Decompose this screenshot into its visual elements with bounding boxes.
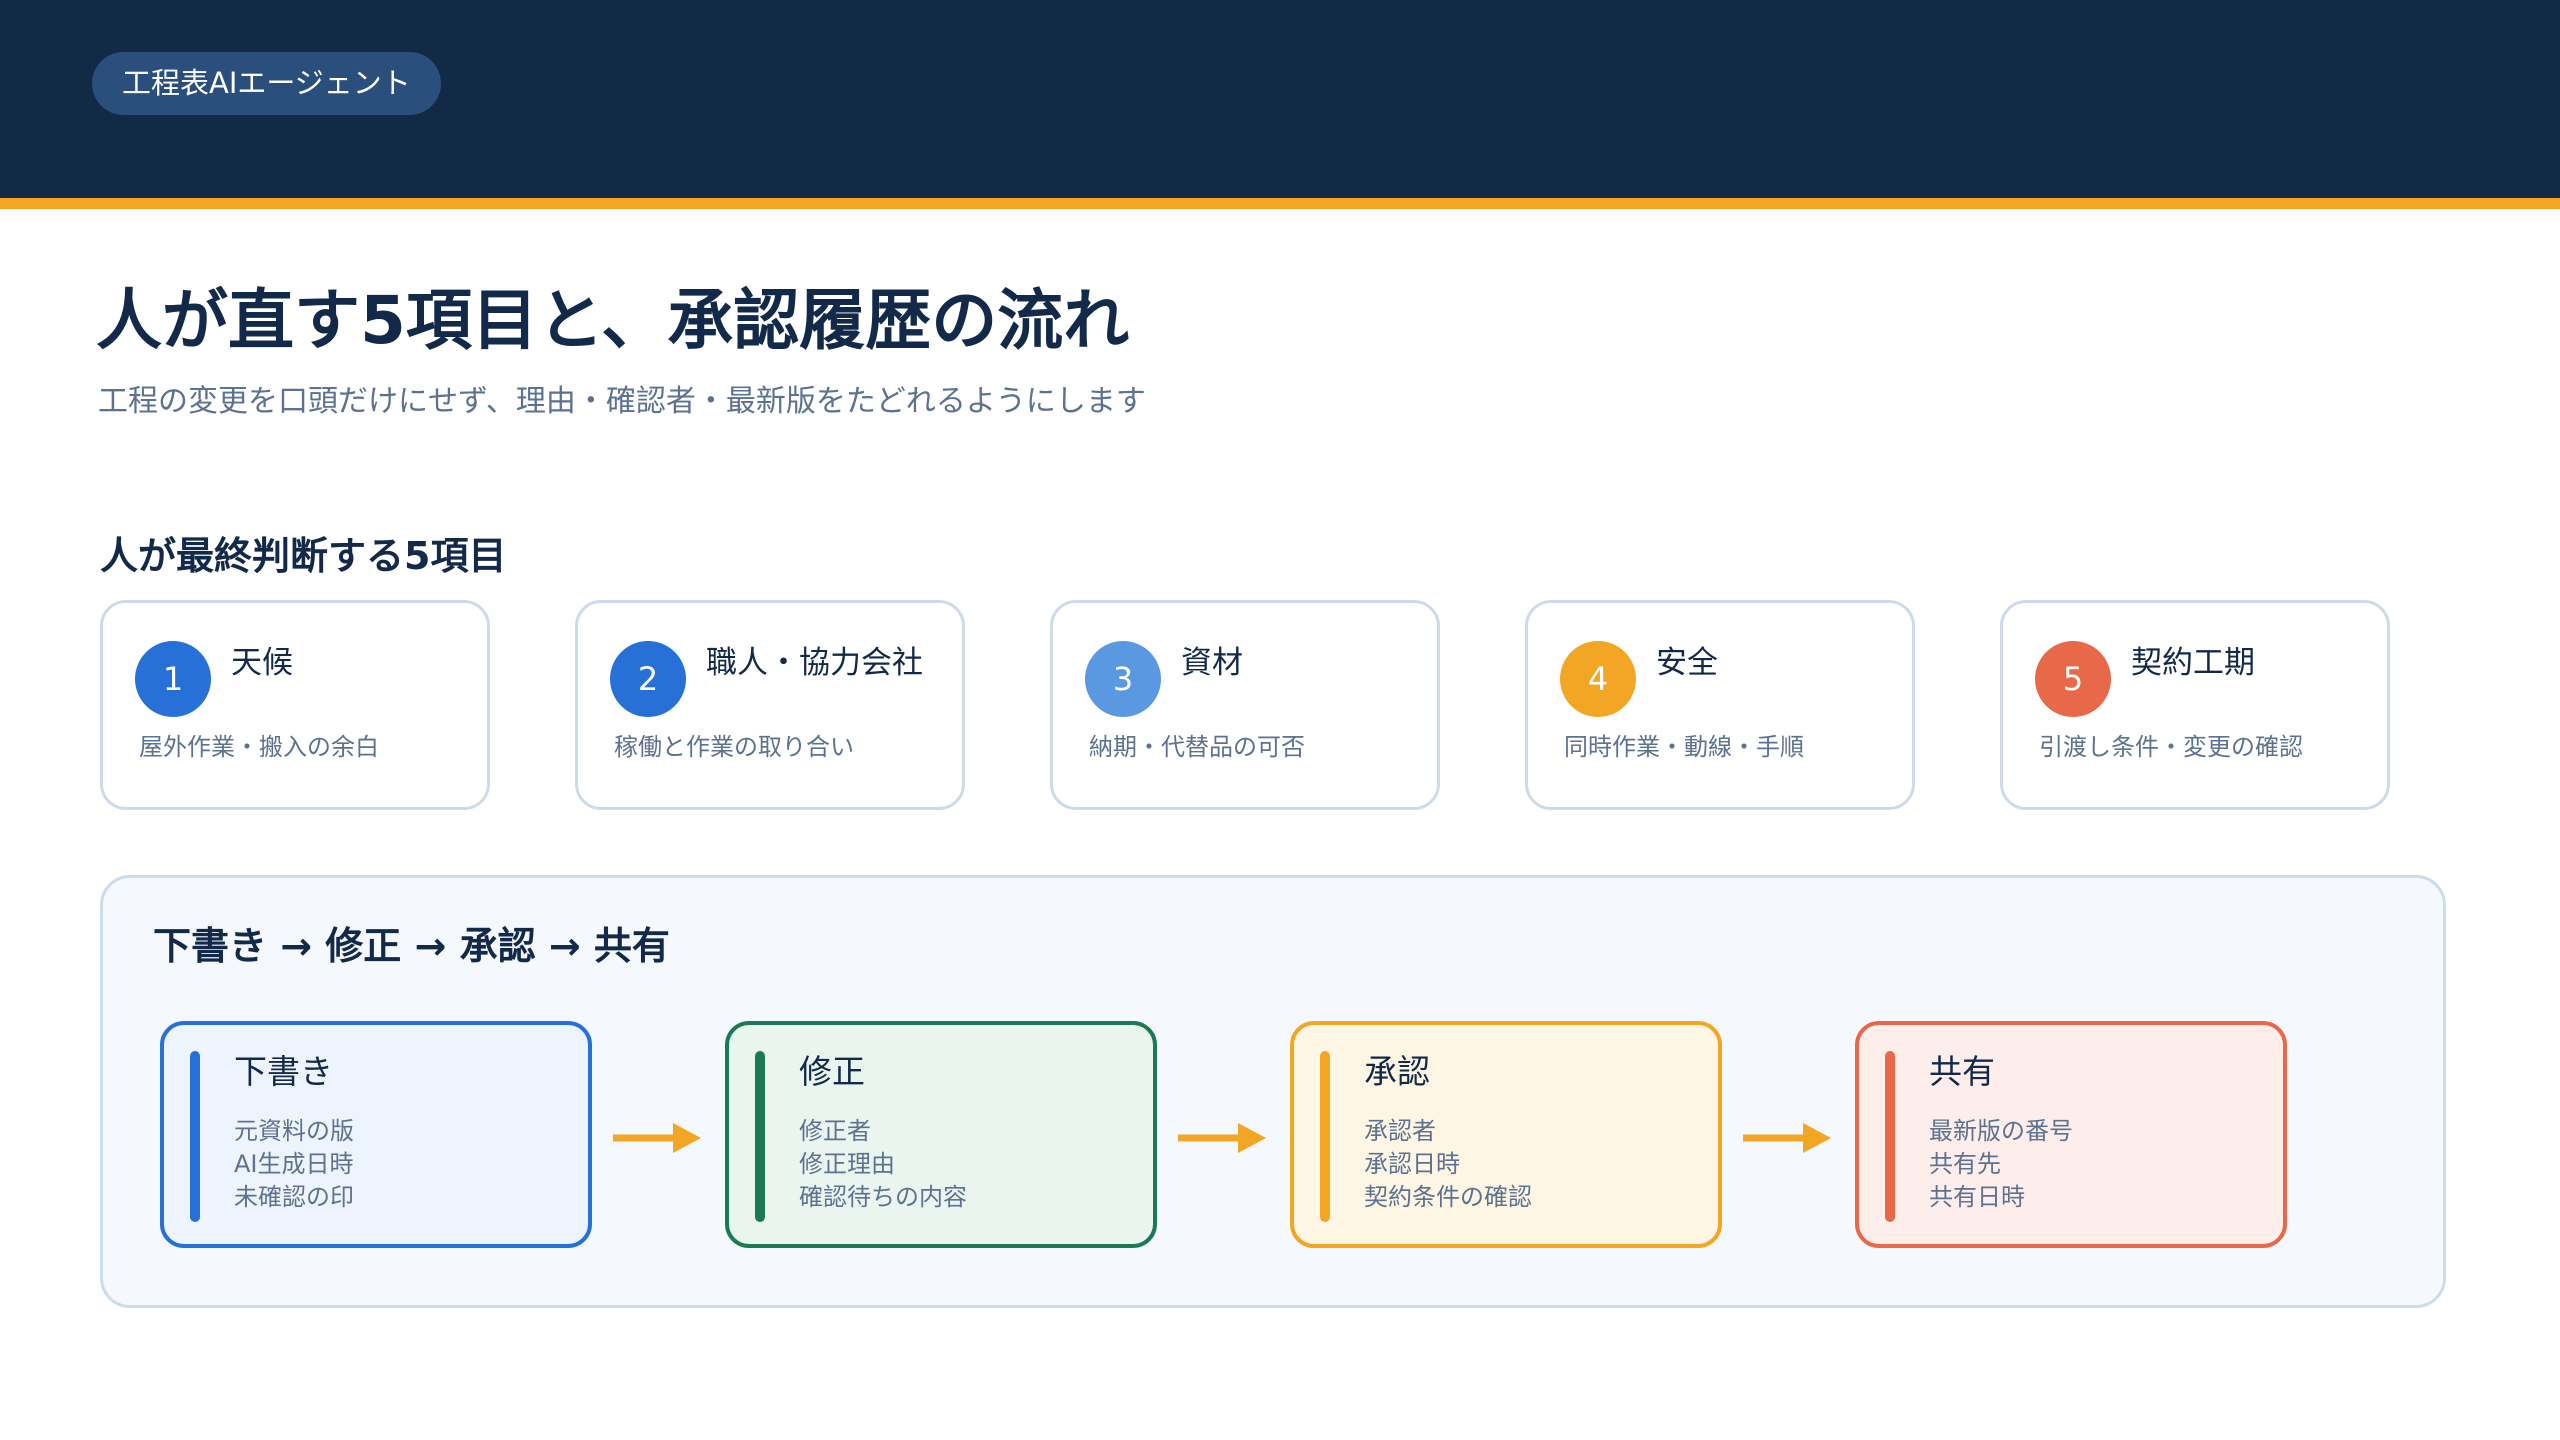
item-description: 同時作業・動線・手順 bbox=[1564, 733, 1804, 761]
flow-heading: 下書き → 修正 → 承認 → 共有 bbox=[153, 924, 670, 968]
flow-step-revision: 修正 修正者 修正理由 確認待ちの内容 bbox=[725, 1021, 1157, 1248]
step-detail-line: 最新版の番号 bbox=[1929, 1117, 2073, 1145]
item-card-workers: 2 職人・協力会社 稼働と作業の取り合い bbox=[575, 600, 965, 810]
step-details: 承認者 承認日時 契約条件の確認 bbox=[1364, 1115, 1532, 1214]
item-card-weather: 1 天候 屋外作業・搬入の余白 bbox=[100, 600, 490, 810]
step-details: 最新版の番号 共有先 共有日時 bbox=[1929, 1115, 2073, 1214]
header-bar: 工程表AIエージェント bbox=[0, 0, 2560, 198]
item-label: 天候 bbox=[231, 645, 293, 681]
page-title: 人が直す5項目と、承認履歴の流れ bbox=[96, 282, 1130, 359]
step-details: 修正者 修正理由 確認待ちの内容 bbox=[799, 1115, 967, 1214]
step-title: 共有 bbox=[1929, 1052, 1995, 1091]
page-subtitle: 工程の変更を口頭だけにせず、理由・確認者・最新版をたどれるようにします bbox=[98, 384, 1146, 419]
item-label: 職人・協力会社 bbox=[706, 645, 923, 681]
item-number-badge: 2 bbox=[610, 641, 686, 717]
step-title: 修正 bbox=[799, 1052, 865, 1091]
step-accent-bar bbox=[1885, 1051, 1895, 1222]
step-detail-line: 確認待ちの内容 bbox=[799, 1183, 967, 1211]
step-accent-bar bbox=[1320, 1051, 1330, 1222]
step-detail-line: AI生成日時 bbox=[234, 1150, 354, 1178]
header-accent-stripe bbox=[0, 198, 2560, 209]
step-detail-line: 修正者 bbox=[799, 1117, 871, 1145]
item-label: 安全 bbox=[1656, 645, 1718, 681]
step-detail-line: 元資料の版 bbox=[234, 1117, 354, 1145]
step-accent-bar bbox=[190, 1051, 200, 1222]
item-number-badge: 5 bbox=[2035, 641, 2111, 717]
item-description: 引渡し条件・変更の確認 bbox=[2039, 733, 2303, 761]
approval-flow-panel: 下書き → 修正 → 承認 → 共有 下書き 元資料の版 AI生成日時 未確認の… bbox=[100, 875, 2446, 1308]
items-section-heading: 人が最終判断する5項目 bbox=[100, 534, 507, 578]
flow-step-draft: 下書き 元資料の版 AI生成日時 未確認の印 bbox=[160, 1021, 592, 1248]
step-detail-line: 修正理由 bbox=[799, 1150, 895, 1178]
step-details: 元資料の版 AI生成日時 未確認の印 bbox=[234, 1115, 354, 1214]
step-title: 承認 bbox=[1364, 1052, 1430, 1091]
step-detail-line: 未確認の印 bbox=[234, 1183, 354, 1211]
flow-step-approval: 承認 承認者 承認日時 契約条件の確認 bbox=[1290, 1021, 1722, 1248]
item-number-badge: 4 bbox=[1560, 641, 1636, 717]
flow-arrow-icon bbox=[1743, 1123, 1831, 1153]
app-name-badge: 工程表AIエージェント bbox=[92, 52, 441, 115]
flow-arrow-icon bbox=[613, 1123, 701, 1153]
item-number-badge: 3 bbox=[1085, 641, 1161, 717]
item-label: 契約工期 bbox=[2131, 645, 2255, 681]
item-label: 資材 bbox=[1181, 645, 1243, 681]
item-card-contract: 5 契約工期 引渡し条件・変更の確認 bbox=[2000, 600, 2390, 810]
item-card-safety: 4 安全 同時作業・動線・手順 bbox=[1525, 600, 1915, 810]
flow-step-share: 共有 最新版の番号 共有先 共有日時 bbox=[1855, 1021, 2287, 1248]
item-description: 屋外作業・搬入の余白 bbox=[139, 733, 379, 761]
step-detail-line: 契約条件の確認 bbox=[1364, 1183, 1532, 1211]
step-title: 下書き bbox=[234, 1052, 333, 1091]
step-detail-line: 共有先 bbox=[1929, 1150, 2001, 1178]
item-description: 納期・代替品の可否 bbox=[1089, 733, 1305, 761]
step-detail-line: 承認者 bbox=[1364, 1117, 1436, 1145]
item-card-materials: 3 資材 納期・代替品の可否 bbox=[1050, 600, 1440, 810]
step-detail-line: 共有日時 bbox=[1929, 1183, 2025, 1211]
step-accent-bar bbox=[755, 1051, 765, 1222]
flow-arrow-icon bbox=[1178, 1123, 1266, 1153]
item-description: 稼働と作業の取り合い bbox=[614, 733, 854, 761]
item-number-badge: 1 bbox=[135, 641, 211, 717]
step-detail-line: 承認日時 bbox=[1364, 1150, 1460, 1178]
